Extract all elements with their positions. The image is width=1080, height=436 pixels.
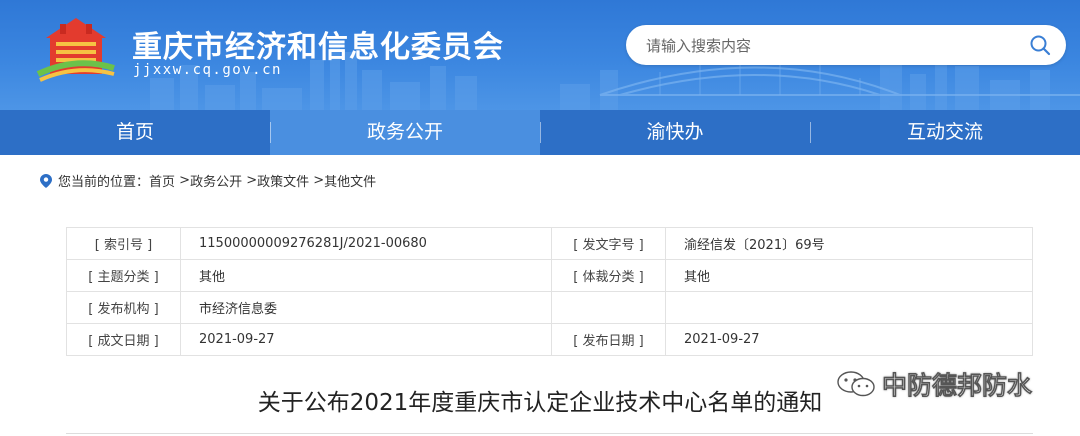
nav-item-government-affairs[interactable]: 政务公开 (270, 110, 540, 155)
site-title[interactable]: 重庆市经济和信息化委员会 (132, 22, 504, 66)
breadcrumb-separator: > (175, 173, 191, 188)
index-number-value: 11500000009276281J/2021-00680 (180, 227, 552, 260)
breadcrumb-item-other-documents[interactable]: 其他文件 (324, 171, 376, 190)
search-icon[interactable] (1028, 33, 1052, 57)
breadcrumb-item-policy-documents[interactable]: 政策文件 (257, 171, 309, 190)
created-date-label: [ 成文日期 ] (66, 323, 181, 356)
header-banner: 重庆市经济和信息化委员会 jjxxw.cq.gov.cn (0, 0, 1080, 110)
nav-item-interaction[interactable]: 互动交流 (810, 110, 1080, 155)
table-row: [ 成文日期 ] 2021-09-27 [ 发布日期 ] 2021-09-27 (66, 323, 1033, 356)
site-domain: jjxxw.cq.gov.cn (133, 62, 282, 78)
genre-category-value: 其他 (665, 259, 1033, 292)
nav-item-home[interactable]: 首页 (0, 110, 270, 155)
document-number-value: 渝经信发〔2021〕69号 (665, 227, 1033, 260)
published-date-value: 2021-09-27 (665, 323, 1033, 356)
breadcrumb-prefix: 您当前的位置： (58, 175, 150, 190)
topic-category-value: 其他 (180, 259, 552, 292)
issuer-value: 市经济信息委 (180, 291, 552, 324)
table-row: [ 索引号 ] 11500000009276281J/2021-00680 [ … (66, 227, 1033, 260)
document-info-table: [ 索引号 ] 11500000009276281J/2021-00680 [ … (66, 227, 1033, 356)
breadcrumb-separator: > (309, 173, 325, 188)
table-row: [ 发布机构 ] 市经济信息委 (66, 291, 1033, 324)
document-number-label: [ 发文字号 ] (551, 227, 666, 260)
table-row: [ 主题分类 ] 其他 [ 体裁分类 ] 其他 (66, 259, 1033, 292)
breadcrumb-item-home[interactable]: 首页 (149, 171, 175, 190)
published-date-label: [ 发布日期 ] (551, 323, 666, 356)
empty-cell (665, 291, 1033, 324)
wechat-watermark: 中防德邦防水 (836, 369, 1033, 401)
breadcrumb-separator: > (242, 173, 258, 188)
search-box (626, 25, 1066, 65)
created-date-value: 2021-09-27 (180, 323, 552, 356)
genre-category-label: [ 体裁分类 ] (551, 259, 666, 292)
breadcrumb-item-government-affairs[interactable]: 政务公开 (190, 171, 242, 190)
nav-item-yukuaiban[interactable]: 渝快办 (540, 110, 810, 155)
topic-category-label: [ 主题分类 ] (66, 259, 181, 292)
watermark-text: 中防德邦防水 (882, 371, 1033, 401)
location-pin-icon (40, 173, 52, 188)
search-input[interactable] (644, 33, 1008, 59)
index-number-label: [ 索引号 ] (66, 227, 181, 260)
main-nav: 首页 政务公开 渝快办 互动交流 (0, 110, 1080, 155)
title-divider (66, 433, 1033, 434)
empty-cell (551, 291, 666, 324)
issuer-label: [ 发布机构 ] (66, 291, 181, 324)
government-logo-icon (36, 18, 115, 82)
wechat-icon (837, 371, 875, 397)
breadcrumb: 您当前的位置： 首页 > 政务公开 > 政策文件 > 其他文件 (40, 171, 376, 190)
